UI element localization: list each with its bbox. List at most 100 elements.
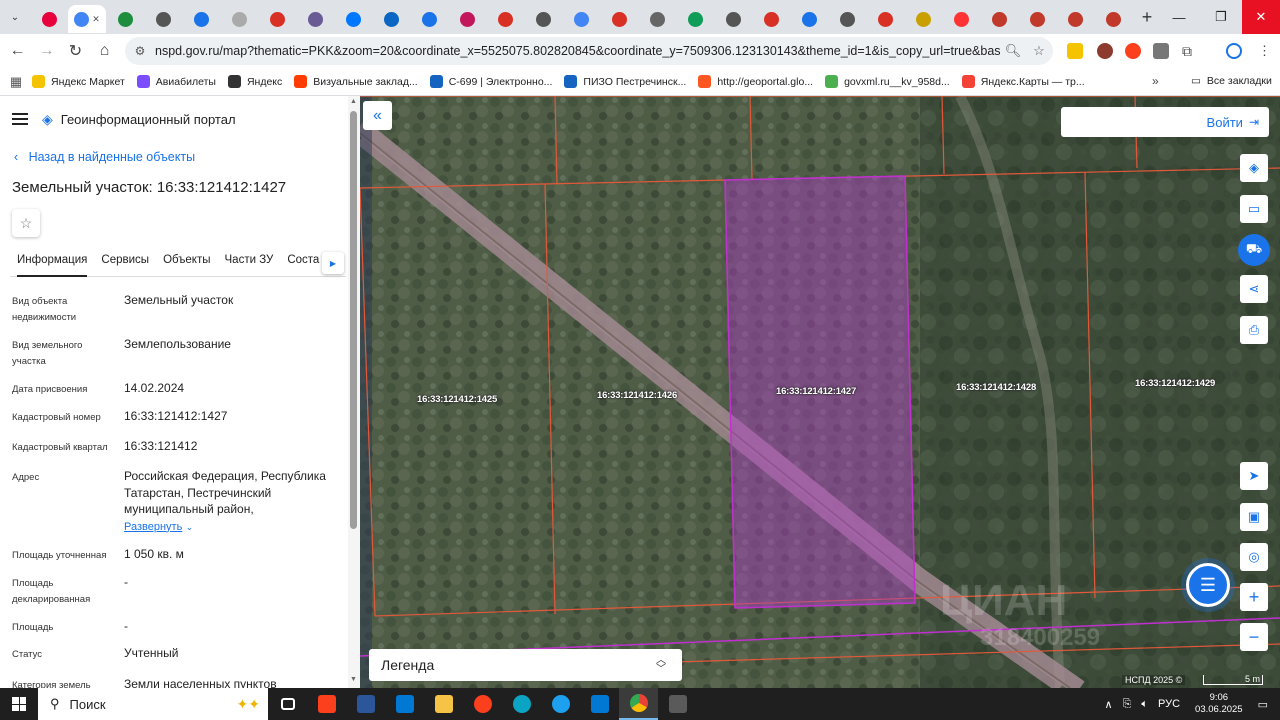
info-tab[interactable]: Объекты	[163, 251, 210, 277]
browser-tab[interactable]	[30, 5, 68, 33]
extension-icon[interactable]	[1097, 43, 1113, 59]
tabs-scroll-right-button[interactable]: ▶	[322, 252, 344, 274]
task-view-icon[interactable]	[268, 688, 307, 720]
language-indicator[interactable]: РУС	[1158, 698, 1180, 710]
zoom-in-button[interactable]: +	[1240, 583, 1268, 611]
word-icon[interactable]	[346, 688, 385, 720]
browser-tab[interactable]	[638, 5, 676, 33]
legend-dropdown[interactable]: Легенда ︿ ﹀	[369, 649, 682, 681]
browser-tab[interactable]	[752, 5, 790, 33]
chrome-icon[interactable]	[619, 688, 658, 720]
panel-scroll-thumb[interactable]	[350, 111, 357, 529]
url-text[interactable]: nspd.gov.ru/map?thematic=PKK&zoom=20&coo…	[155, 44, 1000, 58]
taskbar-search[interactable]: ⚲ Поиск ✦✦	[38, 688, 268, 720]
layers-button[interactable]: ◈	[1240, 154, 1268, 182]
info-tab[interactable]: Части ЗУ	[225, 251, 274, 277]
browser-tab[interactable]	[600, 5, 638, 33]
file-explorer-icon[interactable]	[424, 688, 463, 720]
calculator-icon[interactable]	[658, 688, 697, 720]
all-bookmarks-button[interactable]: ▭ Все закладки	[1191, 75, 1272, 87]
extension-icon[interactable]	[1067, 43, 1083, 59]
yandex-browser-icon[interactable]	[307, 688, 346, 720]
info-tab[interactable]: Соста	[287, 251, 319, 277]
browser-tab[interactable]	[790, 5, 828, 33]
navigate-button[interactable]: ➤	[1240, 462, 1268, 490]
geolocation-button[interactable]: ◎	[1240, 543, 1268, 571]
menu-icon[interactable]	[12, 110, 28, 128]
browser-tab[interactable]	[676, 5, 714, 33]
bookmark-item[interactable]: ПИЗО Пестречинск...	[564, 75, 686, 88]
address-bar[interactable]: ⚙ nspd.gov.ru/map?thematic=PKK&zoom=20&c…	[125, 37, 1053, 65]
parcel-label[interactable]: 16:33:121412:1428	[956, 382, 1036, 393]
measure-ruler-button[interactable]: ▭	[1240, 195, 1268, 223]
bookmark-item[interactable]: govxml.ru__kv_958d...	[825, 75, 950, 88]
apps-grid-icon[interactable]: ▦	[0, 74, 32, 90]
browser-tab[interactable]	[372, 5, 410, 33]
browser-tab[interactable]	[942, 5, 980, 33]
browser-tab[interactable]	[866, 5, 904, 33]
browser-tab[interactable]	[1018, 5, 1056, 33]
chat-support-button[interactable]: ☰	[1186, 563, 1230, 607]
bookmark-item[interactable]: Яндекс Маркет	[32, 75, 125, 88]
chevron-up-icon[interactable]: ∧	[1105, 698, 1113, 711]
info-tab[interactable]: Сервисы	[101, 251, 149, 277]
parcel-label-selected[interactable]: 16:33:121412:1427	[776, 386, 856, 397]
browser-tab[interactable]	[1056, 5, 1094, 33]
mail-icon[interactable]	[580, 688, 619, 720]
browser-tab[interactable]	[296, 5, 334, 33]
notifications-icon[interactable]: ▭	[1258, 698, 1268, 711]
parcel-label[interactable]: 16:33:121412:1425	[417, 394, 497, 405]
browser-tab[interactable]	[714, 5, 752, 33]
internet-explorer-icon[interactable]	[541, 688, 580, 720]
expand-address-link[interactable]: Развернуть ⌄	[124, 518, 339, 536]
bookmark-item[interactable]: С-699 | Электронно...	[429, 75, 552, 88]
back-to-results-link[interactable]: ‹ Назад в найденные объекты	[14, 150, 195, 164]
browser-tab[interactable]	[562, 5, 600, 33]
browser-tab[interactable]: ✕	[68, 5, 106, 33]
scroll-up-arrow-icon[interactable]: ▲	[350, 98, 357, 105]
map-search-tool-button[interactable]: ⛟	[1238, 234, 1270, 266]
network-icon[interactable]: ⎘	[1123, 698, 1132, 711]
collapse-panel-button[interactable]: «	[363, 101, 392, 130]
browser-tab[interactable]	[448, 5, 486, 33]
home-button[interactable]: ⌂	[90, 36, 119, 66]
clock[interactable]: 9:06 03.06.2025	[1195, 692, 1243, 716]
browser-tab[interactable]	[828, 5, 866, 33]
bookmark-item[interactable]: Визуальные заклад...	[294, 75, 418, 88]
browser-tab[interactable]	[334, 5, 372, 33]
bookmark-star-icon[interactable]: ☆	[1026, 43, 1052, 59]
minimize-button[interactable]: —	[1158, 0, 1200, 34]
bookmark-item[interactable]: http://geoportal.glo...	[698, 75, 813, 88]
cadastral-map[interactable]: ЦИАН 318400259 16:33:121412:1425 16:33:1…	[360, 96, 1280, 688]
favorite-star-button[interactable]: ☆	[12, 209, 40, 237]
tab-search-button[interactable]: ⌄	[0, 0, 30, 34]
new-tab-button[interactable]: +	[1134, 7, 1160, 28]
extensions-puzzle-icon[interactable]: ⧉	[1182, 43, 1198, 59]
browser-tab[interactable]	[410, 5, 448, 33]
yandex-extension-icon[interactable]	[1125, 43, 1141, 59]
store-icon[interactable]	[385, 688, 424, 720]
restore-button[interactable]: ❐	[1200, 0, 1242, 34]
forward-button[interactable]: →	[32, 36, 61, 66]
browser-tab[interactable]	[258, 5, 296, 33]
bookmarks-overflow-button[interactable]: »	[1152, 74, 1159, 88]
profile-icon[interactable]	[1226, 43, 1242, 59]
browser-tab[interactable]	[524, 5, 562, 33]
login-button[interactable]: Войти ⇥	[1061, 107, 1269, 137]
bookmark-item[interactable]: Яндекс	[227, 75, 282, 88]
browser-tab[interactable]	[980, 5, 1018, 33]
browser-tab[interactable]	[486, 5, 524, 33]
share-button[interactable]: ⋖	[1240, 275, 1268, 303]
browser-tab[interactable]	[904, 5, 942, 33]
browser-tab[interactable]	[144, 5, 182, 33]
bookmark-item[interactable]: Яндекс.Карты — тр...	[961, 75, 1085, 88]
start-button[interactable]	[0, 697, 38, 711]
scroll-down-arrow-icon[interactable]: ▼	[350, 676, 357, 683]
info-tab[interactable]: Информация	[17, 251, 88, 277]
bookmark-item[interactable]: Авиабилеты	[136, 75, 216, 88]
back-button[interactable]: ←	[3, 36, 32, 66]
print-button[interactable]: ⎙	[1240, 316, 1268, 344]
minimap-button[interactable]: ▣	[1240, 503, 1268, 531]
close-window-button[interactable]: ✕	[1242, 0, 1280, 34]
zoom-icon[interactable]: 🔍︎	[1000, 43, 1026, 59]
